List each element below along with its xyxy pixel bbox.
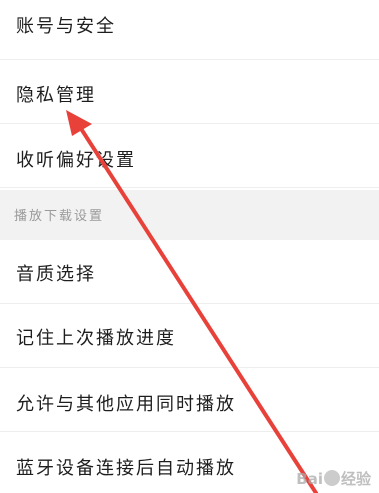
- audio-quality-label: 音质选择: [16, 264, 96, 285]
- watermark-brand-right: 经验: [340, 470, 371, 488]
- listening-preferences-row[interactable]: 收听偏好设置: [0, 124, 379, 188]
- watermark-brand-left: Bai: [296, 470, 323, 488]
- section-header-playback-download: 播放下载设置: [0, 190, 379, 240]
- section-header-label: 播放下载设置: [14, 209, 105, 224]
- privacy-management-row[interactable]: 隐私管理: [0, 60, 379, 124]
- remember-progress-row[interactable]: 记住上次播放进度: [0, 304, 379, 368]
- mix-with-other-apps-label: 允许与其他应用同时播放: [16, 394, 236, 415]
- baidu-paw-icon: [323, 470, 340, 486]
- account-security-row[interactable]: 账号与安全: [0, 0, 379, 60]
- mix-with-other-apps-row[interactable]: 允许与其他应用同时播放: [0, 368, 379, 432]
- settings-screen: 账号与安全 隐私管理 收听偏好设置 播放下载设置 音质选择 记住上次播放进度 允…: [0, 0, 379, 493]
- listening-preferences-label: 收听偏好设置: [16, 150, 136, 171]
- baidu-jingyan-watermark: Bai 经验: [296, 468, 371, 489]
- privacy-management-label: 隐私管理: [16, 85, 96, 106]
- remember-progress-label: 记住上次播放进度: [16, 328, 176, 349]
- audio-quality-row[interactable]: 音质选择: [0, 240, 379, 304]
- bluetooth-autoplay-label: 蓝牙设备连接后自动播放: [16, 458, 236, 479]
- account-security-label: 账号与安全: [16, 16, 116, 37]
